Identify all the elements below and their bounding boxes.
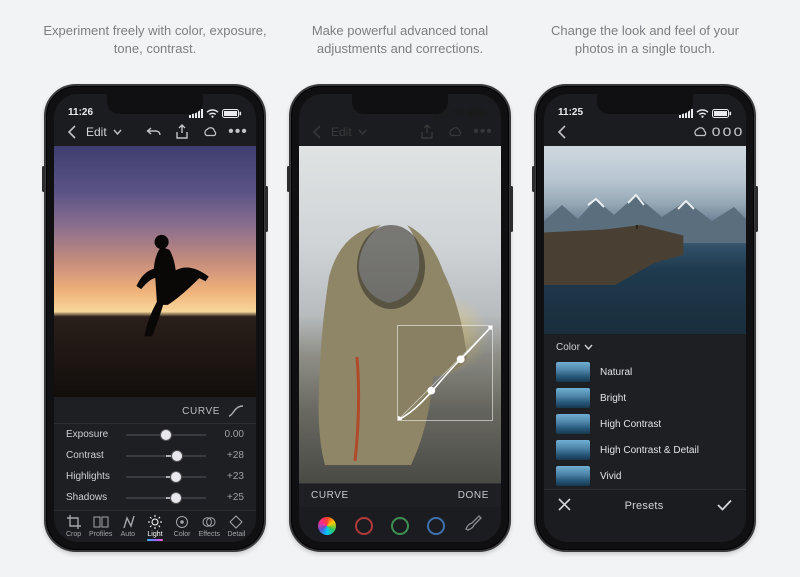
channel-green[interactable] — [391, 517, 409, 535]
phone-frame: 11:26 — [44, 84, 266, 552]
battery-icon — [222, 109, 242, 118]
back-icon[interactable] — [554, 124, 570, 140]
notch — [597, 94, 693, 114]
brush-icon[interactable] — [464, 515, 482, 536]
curve-footer: CURVE DONE — [299, 483, 501, 507]
photo-preview[interactable] — [54, 146, 256, 397]
tool-light[interactable]: Light — [141, 515, 168, 538]
edit-label[interactable]: Edit — [86, 125, 107, 139]
channel-red[interactable] — [355, 517, 373, 535]
highlights-value: +23 — [214, 471, 244, 482]
edit-header: Edit — [54, 120, 256, 146]
channel-row — [299, 507, 501, 542]
preset-thumb — [556, 440, 590, 460]
subject-silhouette — [131, 231, 211, 341]
tool-effects[interactable]: Effects — [196, 515, 223, 538]
cloud-icon[interactable] — [692, 124, 708, 140]
back-icon[interactable] — [309, 124, 325, 140]
status-time: 11:25 — [558, 107, 583, 118]
slider-highlights[interactable]: Highlights +23 — [54, 466, 256, 487]
more-icon[interactable]: ooo — [720, 124, 736, 140]
preset-item[interactable]: Bright — [544, 385, 746, 411]
preset-thumb — [556, 414, 590, 434]
channel-rgb[interactable] — [318, 517, 336, 535]
edit-label[interactable]: Edit — [331, 125, 352, 139]
tool-profiles[interactable]: Profiles — [87, 515, 114, 538]
contrast-label: Contrast — [66, 450, 118, 461]
undo-icon[interactable] — [146, 124, 162, 140]
chevron-down-icon[interactable] — [358, 124, 374, 140]
preset-thumb — [556, 362, 590, 382]
channel-blue[interactable] — [427, 517, 445, 535]
preset-item[interactable]: High Contrast & Detail — [544, 437, 746, 463]
cliff — [544, 225, 685, 285]
notch — [352, 94, 448, 114]
tool-crop[interactable]: Crop — [60, 515, 87, 538]
tool-detail[interactable]: Detail — [223, 515, 250, 538]
preset-group-label[interactable]: Color — [556, 342, 580, 353]
chevron-down-icon[interactable] — [584, 342, 593, 353]
phone-frame: 11:25 ooo — [534, 84, 756, 552]
adjust-panel: CURVE Exposure 0.00 Contrast +28 — [54, 397, 256, 510]
caption-3: Change the look and feel of your photos … — [530, 22, 760, 58]
edit-header: Edit ••• — [299, 120, 501, 146]
curve-label[interactable]: CURVE — [182, 406, 220, 417]
share-icon[interactable] — [419, 124, 435, 140]
cloud-icon[interactable] — [202, 124, 218, 140]
wifi-icon — [206, 109, 219, 118]
shadows-value: +25 — [214, 492, 244, 503]
slider-contrast[interactable]: Contrast +28 — [54, 445, 256, 466]
close-icon[interactable] — [558, 498, 571, 514]
wifi-icon — [451, 109, 464, 118]
slider-exposure[interactable]: Exposure 0.00 — [54, 424, 256, 445]
share-icon[interactable] — [174, 124, 190, 140]
preset-item[interactable]: High Contrast — [544, 411, 746, 437]
battery-icon — [712, 109, 732, 118]
photo-preview[interactable] — [544, 146, 746, 334]
back-icon[interactable] — [64, 124, 80, 140]
highlights-label: Highlights — [66, 471, 118, 482]
tool-strip: Crop Profiles Auto Light Color Effects D… — [54, 510, 256, 542]
tool-color[interactable]: Color — [169, 515, 196, 538]
edit-header: ooo — [544, 120, 746, 146]
done-button[interactable]: DONE — [458, 490, 489, 501]
more-icon[interactable]: ••• — [475, 124, 491, 140]
slider-shadows[interactable]: Shadows +25 — [54, 487, 256, 508]
notch — [107, 94, 203, 114]
confirm-icon[interactable] — [717, 499, 732, 514]
status-time: 11:26 — [68, 107, 93, 118]
contrast-value: +28 — [214, 450, 244, 461]
more-icon[interactable]: ••• — [230, 124, 246, 140]
exposure-value: 0.00 — [214, 429, 244, 440]
battery-icon — [467, 109, 487, 118]
preset-item[interactable]: Natural — [544, 359, 746, 385]
preset-footer: Presets — [544, 489, 746, 520]
tool-auto[interactable]: Auto — [114, 515, 141, 538]
curve-label: CURVE — [311, 490, 349, 501]
preset-thumb — [556, 466, 590, 486]
preset-panel: Color Natural Bright High Contrast High … — [544, 334, 746, 489]
cloud-icon[interactable] — [447, 124, 463, 140]
wifi-icon — [696, 109, 709, 118]
preset-thumb — [556, 388, 590, 408]
shadows-label: Shadows — [66, 492, 118, 503]
preset-item[interactable]: Vivid — [544, 463, 746, 489]
exposure-label: Exposure — [66, 429, 118, 440]
tone-curve-overlay[interactable] — [397, 325, 493, 421]
chevron-down-icon[interactable] — [113, 124, 129, 140]
phone-frame: Edit ••• — [289, 84, 511, 552]
presets-title: Presets — [625, 500, 664, 512]
curve-icon[interactable] — [228, 403, 244, 419]
photo-preview[interactable] — [299, 146, 501, 483]
caption-2: Make powerful advanced tonal adjustments… — [285, 22, 515, 58]
caption-1: Experiment freely with color, exposure, … — [40, 22, 270, 58]
